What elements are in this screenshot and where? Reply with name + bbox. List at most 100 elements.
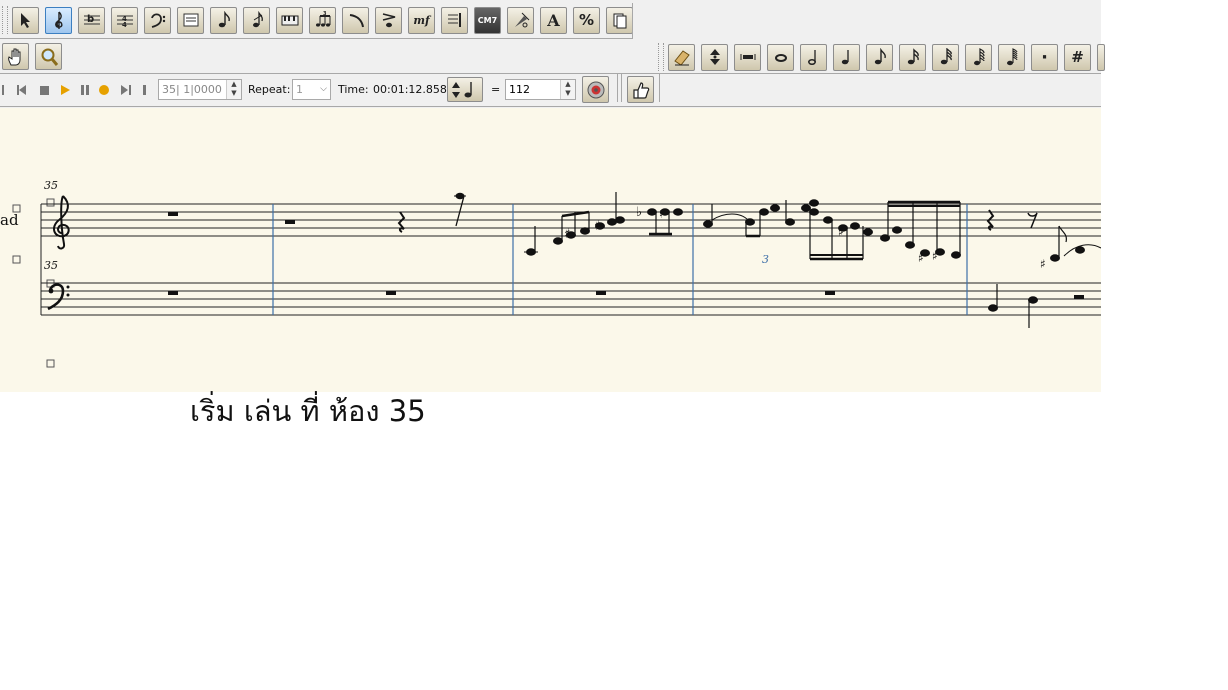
more-tools-button[interactable] xyxy=(1097,43,1105,71)
speaker-icon[interactable] xyxy=(582,76,609,103)
pause-icon[interactable] xyxy=(81,85,89,95)
repeat-select[interactable]: 1 ⌵ xyxy=(292,79,331,100)
toolbar-separator xyxy=(659,74,660,102)
play-icon[interactable] xyxy=(61,85,70,95)
svg-text:b: b xyxy=(87,14,94,25)
note xyxy=(454,192,466,227)
rewind-icon[interactable] xyxy=(17,85,26,95)
measure-number: 35 xyxy=(44,179,58,192)
dot-icon[interactable]: · xyxy=(1031,43,1058,71)
stop-icon[interactable] xyxy=(40,86,49,95)
toolbar-separator xyxy=(617,74,618,102)
text-icon[interactable]: A xyxy=(540,6,567,34)
chevron-down-icon: ⌵ xyxy=(320,84,327,94)
position-field[interactable]: 35| 1|0000 ▲ ▼ xyxy=(158,79,242,100)
zoom-icon[interactable] xyxy=(35,43,62,70)
repeat-barline-icon[interactable] xyxy=(441,6,468,34)
svg-text:♮: ♮ xyxy=(659,208,663,221)
forward-end-icon[interactable] xyxy=(143,85,146,95)
rewind-start-icon[interactable] xyxy=(2,85,4,95)
note-run: ♯ xyxy=(988,225,1101,328)
svg-text:♭: ♭ xyxy=(636,205,642,220)
time-label: Time: xyxy=(338,83,369,96)
eighth-note-icon[interactable] xyxy=(210,6,237,34)
caption-text: เริ่ม เล่น ที่ ห้อง 35 xyxy=(190,394,426,428)
copy-page-icon[interactable] xyxy=(606,6,633,34)
tuplet-icon[interactable]: 3 xyxy=(309,6,336,34)
treble-clef-icon[interactable] xyxy=(45,6,72,34)
grace-note-icon[interactable] xyxy=(243,6,270,34)
tempo-field[interactable]: 112 ▲ ▼ xyxy=(505,79,576,100)
svg-text:♯: ♯ xyxy=(838,225,844,239)
toolbar-separator xyxy=(0,73,1101,74)
eighth-note-icon[interactable] xyxy=(866,43,893,71)
one-twenty-eighth-note-icon[interactable] xyxy=(998,43,1025,71)
toolbar-separator xyxy=(632,3,633,39)
svg-text:3: 3 xyxy=(323,11,327,17)
chord-symbol-icon[interactable]: CM7 xyxy=(474,6,501,34)
record-icon[interactable] xyxy=(99,85,109,95)
time-signature-icon[interactable]: 44 xyxy=(111,6,138,34)
playback-toolbar: 35| 1|0000 ▲ ▼ Repeat: 1 ⌵ Time: 00:01:12… xyxy=(0,74,660,103)
svg-text:♯: ♯ xyxy=(594,219,600,234)
repeat-label: Repeat: xyxy=(248,83,291,96)
time-value: 00:01:12.858 xyxy=(373,83,447,96)
treble-staff xyxy=(41,203,1101,237)
toolbar-separator xyxy=(0,106,1101,107)
slur-icon[interactable] xyxy=(342,6,369,34)
svg-text:♯: ♯ xyxy=(564,227,570,242)
toolbar-separator xyxy=(621,74,622,102)
multirest-icon[interactable] xyxy=(734,43,761,71)
dynamics-icon[interactable]: mf xyxy=(408,6,435,34)
note-run: ♯ ♯ ♭ ♮ xyxy=(524,192,683,256)
equals-label: = xyxy=(491,83,501,96)
thumb-up-icon[interactable] xyxy=(627,76,654,103)
triplet-label: 3 xyxy=(762,253,769,266)
up-down-icon[interactable] xyxy=(701,43,728,71)
tempo-note-button[interactable] xyxy=(447,77,483,102)
toolbar-grip[interactable] xyxy=(2,6,8,34)
score-notation: ad 35 35 ♯ ♯ ♭ ♮ ♯ ♯ ♯ 3 ♯ xyxy=(0,179,1101,368)
staff-handle[interactable] xyxy=(46,198,55,207)
eraser-icon[interactable] xyxy=(668,43,695,71)
bass-staff xyxy=(41,282,1101,316)
toolbar-grip[interactable] xyxy=(658,43,664,71)
thirty-second-note-icon[interactable] xyxy=(932,43,959,71)
bass-clef-icon[interactable] xyxy=(144,6,171,34)
svg-text:4: 4 xyxy=(122,21,127,29)
quarter-note-icon[interactable] xyxy=(833,43,860,71)
staff-handle[interactable] xyxy=(12,255,21,264)
svg-text:♯: ♯ xyxy=(918,251,924,265)
measure-number: 35 xyxy=(44,259,58,272)
key-signature-icon[interactable]: b xyxy=(78,6,105,34)
score-canvas[interactable]: ad 35 35 ♯ ♯ ♭ ♮ ♯ ♯ ♯ 3 ♯ xyxy=(0,108,1101,392)
staff-text-icon[interactable] xyxy=(177,6,204,34)
toolbar-separator xyxy=(0,38,633,39)
transport-buttons xyxy=(2,85,146,95)
accent-icon[interactable] xyxy=(375,6,402,34)
svg-text:♯: ♯ xyxy=(1040,257,1046,271)
main-toolbar: b 44 3 mf CM7 A % xyxy=(2,6,639,34)
rests xyxy=(168,212,1084,299)
instrument-name: ad xyxy=(0,211,19,229)
sixteenth-note-icon[interactable] xyxy=(899,43,926,71)
half-note-icon[interactable] xyxy=(800,43,827,71)
quarter-rests xyxy=(397,209,995,233)
hand-icon[interactable] xyxy=(2,43,29,70)
navigation-toolbar xyxy=(2,43,68,70)
select-arrow-icon[interactable] xyxy=(12,6,39,34)
position-spinner[interactable]: ▲ ▼ xyxy=(226,80,241,99)
sixty-fourth-note-icon[interactable] xyxy=(965,43,992,71)
sharp-icon[interactable]: # xyxy=(1064,43,1091,71)
keyboard-icon[interactable] xyxy=(276,6,303,34)
tempo-spinner[interactable]: ▲ ▼ xyxy=(560,80,575,99)
guitar-fret-icon[interactable] xyxy=(507,6,534,34)
fast-forward-icon[interactable] xyxy=(121,85,131,95)
note-run: ♯ ♯ ♯ xyxy=(703,199,961,265)
whole-note-icon[interactable] xyxy=(767,43,794,71)
percent-icon[interactable]: % xyxy=(573,6,600,34)
svg-text:♯: ♯ xyxy=(932,249,938,263)
bass-clef-icon xyxy=(47,283,70,311)
staff-handle[interactable] xyxy=(46,359,55,368)
toolbar-area: b 44 3 mf CM7 A % · # 35| 1|0000 ▲ ▼ Rep… xyxy=(0,0,1105,108)
